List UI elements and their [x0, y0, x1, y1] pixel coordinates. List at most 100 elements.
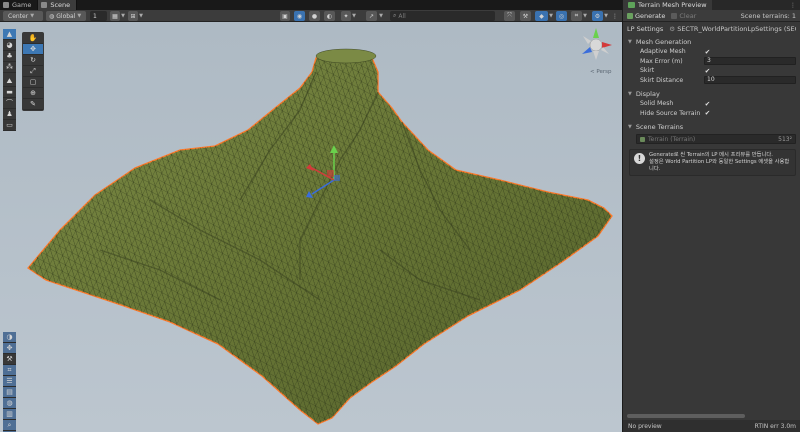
tab-terrain-mesh-preview[interactable]: Terrain Mesh Preview	[623, 0, 712, 10]
raise-lower-icon[interactable]: ⛰	[3, 76, 16, 87]
scene-search-input[interactable]: ⌕ All	[390, 11, 495, 21]
noise-icon[interactable]: ▥	[3, 409, 16, 420]
tab-game[interactable]: Game	[0, 0, 39, 10]
scene-visibility-icon[interactable]: ↗	[366, 11, 377, 21]
help-line-1: Generate로 씬 Terrain의 LP 메시 프리뷰를 만듭니다.	[649, 152, 773, 158]
skirt-distance-field[interactable]: 10	[704, 76, 796, 85]
display-foldout[interactable]: ▼ Display	[623, 88, 800, 99]
skirt-row: Skirt ✔	[623, 66, 800, 76]
more-options-icon[interactable]: ⋮	[611, 11, 619, 21]
mask-icon[interactable]: ▤	[3, 387, 16, 398]
chevron-down-icon[interactable]: ▼	[351, 11, 357, 21]
scene-orientation-gizmo[interactable]	[582, 28, 612, 60]
skirt-checkbox[interactable]: ✔	[704, 67, 711, 75]
adaptive-mesh-checkbox[interactable]: ✔	[704, 48, 711, 56]
grid-snap-value: 1	[93, 12, 97, 20]
lp-settings-field[interactable]: ⚙ SECTR_WorldPartitionLpSettings (SECTR_…	[669, 25, 796, 33]
layers-icon[interactable]: ☰	[3, 376, 16, 387]
chevron-down-icon[interactable]: ▼	[582, 11, 588, 21]
settings-icon[interactable]: ▭	[3, 120, 16, 131]
chevron-down-icon: ▼	[628, 38, 632, 45]
hide-source-row: Hide Source Terrain ✔	[623, 109, 800, 119]
max-error-label: Max Error (m)	[640, 57, 683, 65]
paint-details-icon[interactable]: ⁂	[3, 62, 16, 73]
grid-snap-field[interactable]: 1	[90, 11, 107, 21]
editor-tab-bar: Game Scene	[0, 0, 622, 10]
grid-toggle-icon[interactable]: ⌗	[571, 11, 582, 21]
status-right: RTIN err 3.0m	[754, 422, 796, 430]
chevron-down-icon[interactable]: ▼	[548, 11, 554, 21]
max-error-field[interactable]: 3	[704, 57, 796, 66]
grid-icon[interactable]: ⌗	[3, 365, 16, 376]
scene-viewport[interactable]: < Persp ▲ ◕ ♣ ⁂ ⛰ ▬ ⌒ ♟ ▭ ✋ ✥ ↻ ⤢ ▢ ⊕ ✎ …	[0, 22, 622, 432]
mesh-generation-foldout[interactable]: ▼ Mesh Generation	[623, 36, 800, 47]
move-handle-icon[interactable]: ✥	[3, 343, 16, 354]
pivot-rotation-label: Global	[56, 12, 76, 20]
transform-tool-icon[interactable]: ⊕	[23, 88, 43, 99]
chevron-down-icon: ▼	[30, 13, 35, 19]
tab-scene-label: Scene	[50, 1, 71, 9]
paint-texture-icon[interactable]: ◕	[3, 40, 16, 51]
increment-snap-icon[interactable]: ⊞	[128, 11, 138, 21]
draw-mode-icon[interactable]: ▣	[280, 11, 290, 21]
status-bar: No preview RTIN err 3.0m	[623, 420, 800, 432]
scene-toolbar: ⊕ Center ▼ ◍ Global ▼ 1 ▦ ▼ ⊞ ▼ ▣ ◉ ● ◐ …	[0, 10, 622, 22]
chevron-down-icon[interactable]: ▼	[378, 11, 384, 21]
generate-icon	[627, 12, 633, 19]
custom-tool-icon[interactable]: ✎	[23, 99, 43, 110]
projection-label[interactable]: < Persp	[590, 69, 611, 75]
set-height-icon[interactable]: ▬	[3, 87, 16, 98]
hide-source-label: Hide Source Terrain	[640, 109, 701, 117]
audio-toggle-icon[interactable]: ◐	[324, 11, 335, 21]
more-options-icon[interactable]: ⋮	[790, 2, 796, 9]
hide-source-checkbox[interactable]: ✔	[704, 109, 711, 117]
tools-icon[interactable]: ⚒	[3, 354, 16, 365]
clear-button[interactable]: Clear	[671, 12, 696, 20]
view-tool-icon[interactable]: ✋	[23, 33, 43, 44]
rect-tool-icon[interactable]: ▢	[23, 77, 43, 88]
fx-toggle-icon[interactable]: ⤧	[504, 11, 515, 21]
solid-mesh-row: Solid Mesh ✔	[623, 99, 800, 109]
move-tool-icon[interactable]: ✥	[23, 44, 43, 55]
terrain-icon	[628, 2, 635, 8]
terrain-object-field[interactable]: Terrain (Terrain) 513²	[636, 134, 796, 144]
gamepad-icon	[3, 2, 9, 8]
globe-icon[interactable]: ◍	[3, 398, 16, 409]
gizmos-icon[interactable]: ⚒	[520, 11, 531, 21]
terrain-wireframe	[28, 52, 612, 424]
tab-scene[interactable]: Scene	[38, 0, 78, 10]
clear-label: Clear	[679, 11, 697, 20]
clear-icon	[671, 12, 678, 19]
gizmo-toggle-icon[interactable]: ⚙	[592, 11, 603, 21]
place-trees-icon[interactable]: ♣	[3, 51, 16, 62]
globe-icon: ◍	[49, 12, 55, 20]
chevron-down-icon[interactable]: ▼	[120, 11, 126, 21]
pivot-center-dropdown[interactable]: Center ▼	[5, 11, 43, 21]
visibility-icon[interactable]: ◎	[556, 11, 567, 21]
lighting-toggle-icon[interactable]: ●	[309, 11, 320, 21]
generate-button[interactable]: Generate	[627, 12, 665, 20]
scale-tool-icon[interactable]: ⤢	[23, 66, 43, 77]
zoom-icon[interactable]: ⌕	[3, 420, 16, 431]
pivot-rotation-dropdown[interactable]: ◍ Global ▼	[46, 11, 86, 21]
terrain-tool-icon[interactable]: ▲	[3, 29, 16, 40]
rotate-tool-icon[interactable]: ↻	[23, 55, 43, 66]
chevron-down-icon[interactable]: ▼	[138, 11, 144, 21]
solid-mesh-checkbox[interactable]: ✔	[704, 100, 711, 108]
2d-toggle-icon[interactable]: ◉	[294, 11, 305, 21]
panel-toolbar: Generate Clear Scene terrains: 1	[623, 10, 800, 22]
solid-mesh-label: Solid Mesh	[640, 100, 674, 108]
mesh-generation-title: Mesh Generation	[635, 37, 692, 46]
smooth-height-icon[interactable]: ⌒	[3, 98, 16, 109]
grid-snap-icon[interactable]: ▦	[110, 11, 120, 21]
scene-grid-icon	[41, 2, 48, 8]
skirt-label: Skirt	[640, 67, 655, 75]
brush-icon[interactable]: ◑	[3, 332, 16, 343]
stamp-icon[interactable]: ♟	[3, 109, 16, 120]
effects-icon[interactable]: ✦	[341, 11, 351, 21]
camera-settings-icon[interactable]: ◆	[535, 11, 548, 21]
scrollbar-thumb[interactable]	[627, 414, 745, 418]
horizontal-scrollbar[interactable]	[627, 414, 797, 419]
scene-terrains-foldout[interactable]: ▼ Scene Terrains	[623, 121, 800, 132]
chevron-down-icon[interactable]: ▼	[603, 11, 609, 21]
